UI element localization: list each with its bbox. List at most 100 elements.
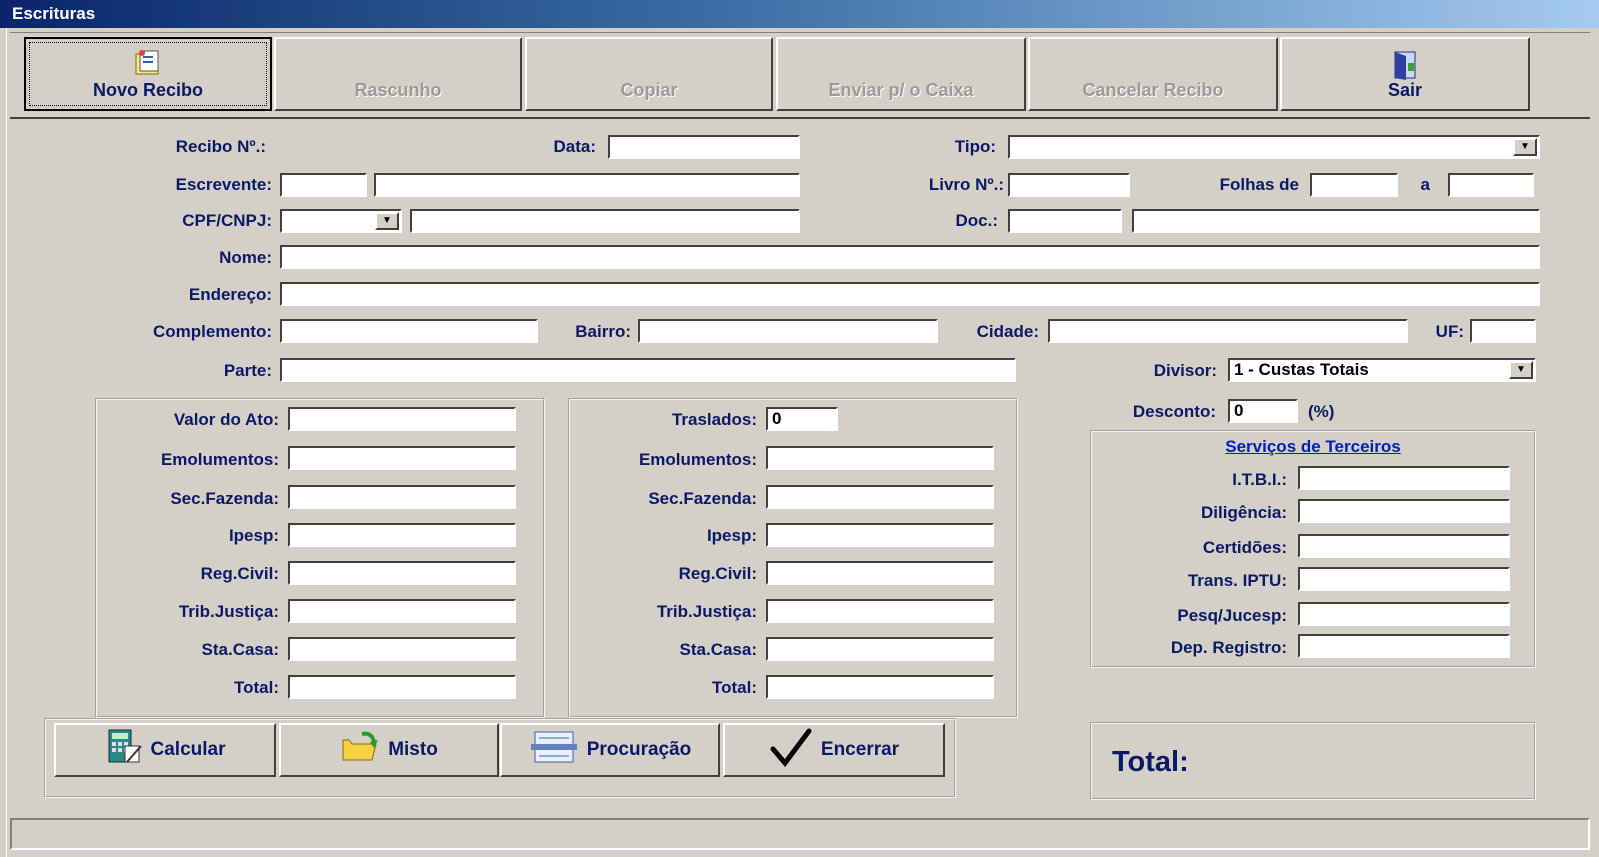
certidoes-input[interactable] — [1298, 534, 1510, 558]
servicos-terceiros-title: Serviços de Terceiros — [1225, 437, 1401, 456]
trans-iptu-label: Trans. IPTU: — [1187, 571, 1287, 590]
ipesp-left-input[interactable] — [288, 523, 516, 547]
misto-label: Misto — [388, 739, 438, 760]
ipesp-mid-input[interactable] — [766, 523, 994, 547]
sta-casa-left-label: Sta.Casa: — [201, 640, 279, 659]
trib-justica-left-input[interactable] — [288, 599, 516, 623]
data-input[interactable] — [608, 135, 800, 159]
data-label: Data: — [553, 137, 596, 156]
sec-fazenda-left-input[interactable] — [288, 485, 516, 509]
chevron-down-icon[interactable]: ▼ — [375, 212, 399, 230]
tipo-select[interactable]: ▼ — [1008, 135, 1540, 159]
traslados-input[interactable]: 0 — [766, 407, 838, 431]
doc-number-input[interactable] — [1132, 209, 1540, 233]
chevron-down-icon[interactable]: ▼ — [1513, 138, 1537, 156]
desconto-unit: (%) — [1308, 402, 1335, 421]
novo-recibo-label: Novo Recibo — [92, 80, 203, 100]
itbi-input[interactable] — [1298, 466, 1510, 490]
trib-justica-left-label: Trib.Justiça: — [178, 602, 279, 621]
pesq-jucesp-label: Pesq/Jucesp: — [1177, 606, 1287, 625]
doc-type-input[interactable] — [1008, 209, 1122, 233]
uf-input[interactable] — [1470, 319, 1536, 343]
copiar-button[interactable]: Copiar — [525, 37, 773, 111]
window-title: Escrituras — [12, 4, 96, 23]
reg-civil-left-label: Reg.Civil: — [200, 564, 279, 583]
livro-input[interactable] — [1008, 173, 1130, 197]
total-mid-label: Total: — [711, 678, 757, 697]
diligencia-label: Diligência: — [1201, 503, 1287, 522]
endereco-label: Endereço: — [188, 285, 272, 304]
total-left-input[interactable] — [288, 675, 516, 699]
valor-ato-input[interactable] — [288, 407, 516, 431]
dep-registro-input[interactable] — [1298, 634, 1510, 658]
sec-fazenda-mid-input[interactable] — [766, 485, 994, 509]
window-frame — [0, 28, 7, 857]
uf-label: UF: — [1435, 322, 1464, 341]
trib-justica-mid-input[interactable] — [766, 599, 994, 623]
folhas-a-input[interactable] — [1448, 173, 1534, 197]
cancelar-recibo-label: Cancelar Recibo — [1082, 80, 1224, 100]
itbi-label: I.T.B.I.: — [1232, 470, 1287, 489]
emolumentos-left-input[interactable] — [288, 446, 516, 470]
chevron-down-icon[interactable]: ▼ — [1509, 361, 1533, 379]
pesq-jucesp-input[interactable] — [1298, 602, 1510, 626]
folhas-label: Folhas de — [1219, 175, 1299, 194]
cidade-label: Cidade: — [976, 322, 1039, 341]
rascunho-label: Rascunho — [354, 80, 442, 100]
misto-button[interactable]: Misto — [279, 723, 499, 777]
desconto-input[interactable]: 0 — [1228, 399, 1298, 423]
sta-casa-mid-input[interactable] — [766, 637, 994, 661]
nome-input[interactable] — [280, 245, 1540, 269]
parte-input[interactable] — [280, 358, 1016, 382]
ipesp-mid-label: Ipesp: — [706, 526, 757, 545]
complemento-input[interactable] — [280, 319, 538, 343]
cancelar-recibo-button[interactable]: Cancelar Recibo — [1028, 37, 1278, 111]
status-bar — [10, 818, 1590, 850]
bairro-input[interactable] — [638, 319, 938, 343]
sec-fazenda-mid-label: Sec.Fazenda: — [648, 489, 757, 508]
procuracao-button[interactable]: Procuração — [500, 723, 720, 777]
doc-label: Doc.: — [955, 211, 999, 230]
escrevente-name-input[interactable] — [374, 173, 800, 197]
divisor-select[interactable]: 1 - Custas Totais ▼ — [1228, 358, 1536, 382]
sta-casa-left-input[interactable] — [288, 637, 516, 661]
cpf-cnpj-label: CPF/CNPJ: — [182, 211, 272, 230]
cpf-cnpj-input[interactable] — [410, 209, 800, 233]
recibo-label: Recibo Nº.: — [175, 137, 266, 156]
complemento-label: Complemento: — [153, 322, 272, 341]
document-scanner-icon — [529, 730, 579, 770]
divisor-label: Divisor: — [1153, 361, 1217, 380]
bairro-label: Bairro: — [575, 322, 631, 341]
sair-button[interactable]: Sair — [1280, 37, 1530, 111]
parte-label: Parte: — [223, 361, 272, 380]
calcular-button[interactable]: Calcular — [54, 723, 276, 777]
procuracao-label: Procuração — [586, 739, 692, 760]
diligencia-input[interactable] — [1298, 499, 1510, 523]
trans-iptu-input[interactable] — [1298, 567, 1510, 591]
sair-label: Sair — [1387, 80, 1423, 100]
toolbar: Novo Recibo Rascunho Copiar Enviar p/ o … — [10, 32, 1590, 119]
emolumentos-mid-input[interactable] — [766, 446, 994, 470]
escrevente-code-input[interactable] — [280, 173, 367, 197]
checkmark-icon — [769, 727, 813, 773]
rascunho-button[interactable]: Rascunho — [274, 37, 522, 111]
reg-civil-left-input[interactable] — [288, 561, 516, 585]
valor-ato-label: Valor do Ato: — [173, 410, 279, 429]
sta-casa-mid-label: Sta.Casa: — [679, 640, 757, 659]
endereco-input[interactable] — [280, 282, 1540, 306]
traslados-label: Traslados: — [671, 410, 757, 429]
cidade-input[interactable] — [1048, 319, 1408, 343]
total-mid-input[interactable] — [766, 675, 994, 699]
escrevente-label: Escrevente: — [175, 175, 272, 194]
cpf-cnpj-type-select[interactable]: ▼ — [280, 209, 402, 233]
reg-civil-mid-input[interactable] — [766, 561, 994, 585]
enviar-caixa-button[interactable]: Enviar p/ o Caixa — [776, 37, 1026, 111]
folhas-de-input[interactable] — [1310, 173, 1398, 197]
divisor-value: 1 - Custas Totais — [1234, 360, 1369, 379]
new-receipt-icon — [133, 49, 163, 84]
novo-recibo-button[interactable]: Novo Recibo — [24, 37, 272, 111]
copiar-label: Copiar — [620, 80, 678, 100]
folhas-a-label: a — [1420, 175, 1430, 194]
encerrar-button[interactable]: Encerrar — [723, 723, 945, 777]
sec-fazenda-left-label: Sec.Fazenda: — [170, 489, 279, 508]
